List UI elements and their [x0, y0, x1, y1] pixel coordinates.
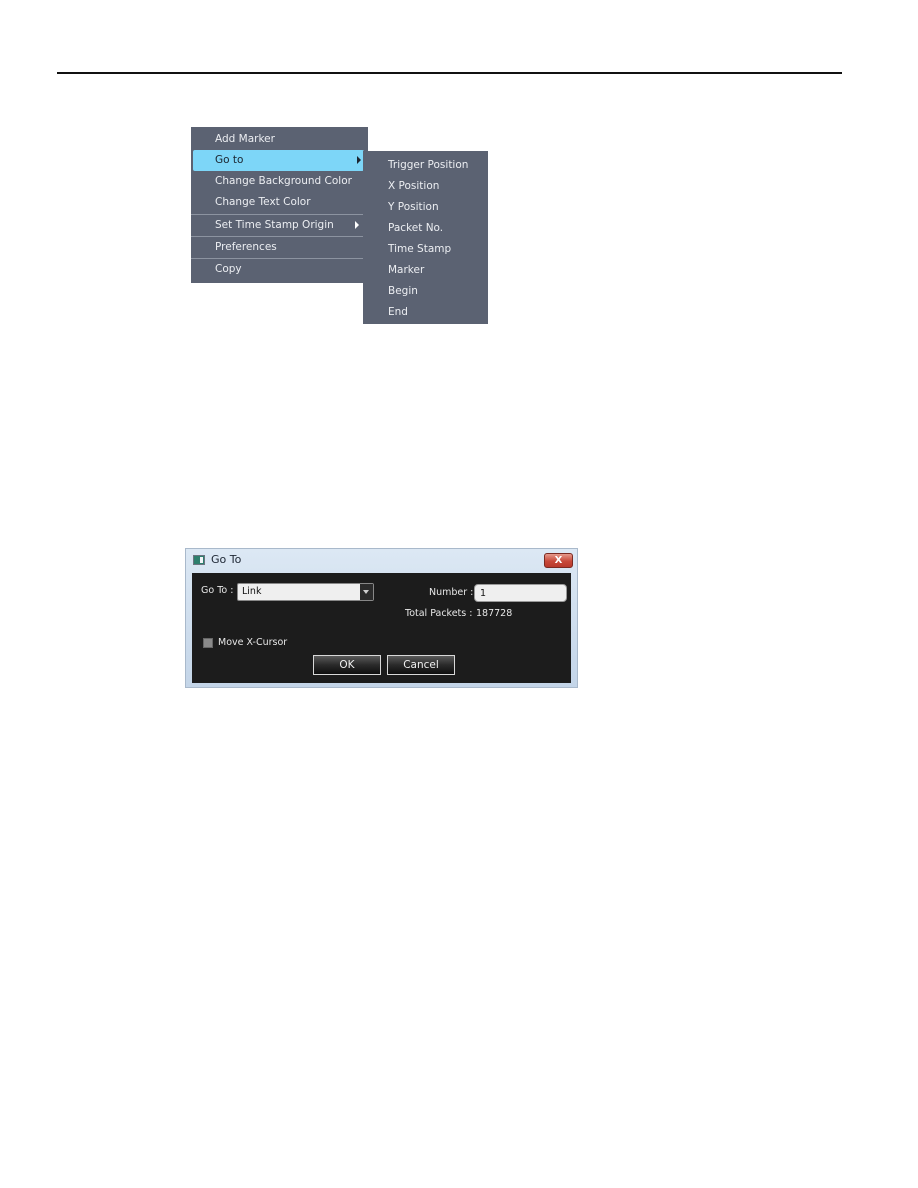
- number-input[interactable]: [474, 584, 567, 602]
- menu-item-label: Change Text Color: [215, 196, 311, 208]
- window-app-icon: [193, 555, 205, 565]
- submenu-item-begin[interactable]: Begin: [363, 281, 488, 302]
- close-icon: X: [554, 555, 563, 566]
- menu-item-label: Go to: [215, 154, 244, 166]
- move-x-cursor-label: Move X-Cursor: [218, 637, 288, 648]
- go-to-select[interactable]: Link: [237, 583, 374, 601]
- ok-button-label: OK: [339, 659, 355, 671]
- menu-item-change-text-color[interactable]: Change Text Color: [191, 192, 368, 213]
- menu-item-label: Preferences: [215, 241, 277, 253]
- cancel-button-label: Cancel: [403, 659, 439, 671]
- chevron-down-icon[interactable]: [360, 584, 373, 600]
- go-to-dialog: Go To X Go To : Link Number : Total Pack…: [185, 548, 578, 688]
- menu-item-label: Add Marker: [215, 133, 275, 145]
- total-packets-value: 187728: [476, 608, 513, 619]
- menu-item-label: Set Time Stamp Origin: [215, 219, 334, 231]
- menu-item-copy[interactable]: Copy: [191, 259, 368, 280]
- menu-item-change-background-color[interactable]: Change Background Color: [191, 171, 368, 192]
- menu-item-add-marker[interactable]: Add Marker: [191, 129, 368, 150]
- menu-item-go-to[interactable]: Go to: [193, 150, 364, 171]
- submenu-item-trigger-position[interactable]: Trigger Position: [363, 155, 488, 176]
- go-to-label: Go To :: [201, 585, 234, 596]
- submenu-item-time-stamp[interactable]: Time Stamp: [363, 239, 488, 260]
- submenu-arrow-icon: [357, 156, 361, 164]
- number-label: Number :: [429, 587, 474, 598]
- submenu-arrow-icon: [355, 221, 359, 229]
- go-to-select-value: Link: [242, 586, 262, 597]
- submenu-item-packet-no[interactable]: Packet No.: [363, 218, 488, 239]
- ok-button[interactable]: OK: [313, 655, 381, 675]
- submenu-item-marker[interactable]: Marker: [363, 260, 488, 281]
- total-packets-label: Total Packets :: [405, 608, 473, 619]
- dialog-titlebar[interactable]: Go To X: [186, 549, 577, 573]
- submenu-item-y-position[interactable]: Y Position: [363, 197, 488, 218]
- move-x-cursor-checkbox[interactable]: [203, 638, 213, 648]
- page-header-rule: [57, 72, 842, 74]
- context-menu: Add Marker Go to Change Background Color…: [191, 127, 368, 283]
- submenu-item-end[interactable]: End: [363, 302, 488, 323]
- menu-item-label: Change Background Color: [215, 175, 352, 187]
- dialog-title: Go To: [211, 553, 242, 566]
- go-to-submenu: Trigger Position X Position Y Position P…: [363, 151, 488, 324]
- menu-item-label: Copy: [215, 263, 242, 275]
- cancel-button[interactable]: Cancel: [387, 655, 455, 675]
- submenu-item-x-position[interactable]: X Position: [363, 176, 488, 197]
- close-button[interactable]: X: [544, 553, 573, 568]
- dialog-body: Go To : Link Number : Total Packets : 18…: [192, 573, 571, 683]
- menu-item-preferences[interactable]: Preferences: [191, 237, 368, 258]
- menu-item-set-time-stamp-origin[interactable]: Set Time Stamp Origin: [191, 215, 368, 236]
